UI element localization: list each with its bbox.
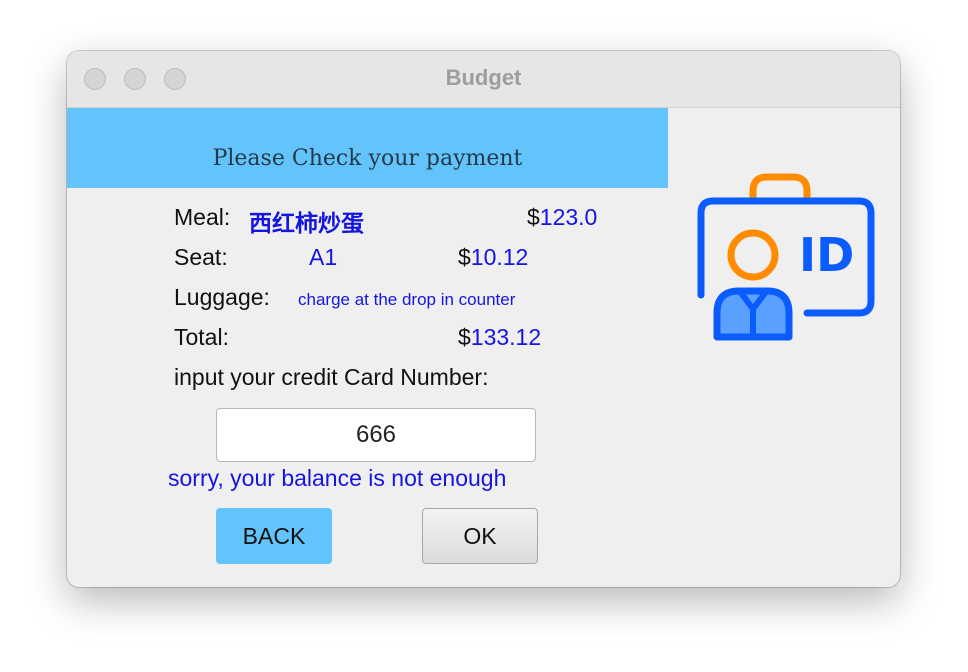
id-text: ID [799, 228, 854, 282]
card-number-input[interactable] [216, 408, 536, 462]
seat-label: Seat: [174, 244, 228, 270]
seat-currency: $ [458, 244, 471, 270]
id-card-icon: ID [697, 173, 875, 341]
card-number-prompt: input your credit Card Number: [174, 364, 489, 390]
meal-currency: $ [527, 204, 540, 230]
total-price-value: 133.12 [470, 324, 542, 350]
seat-price: $10.12 [458, 244, 528, 271]
badge-clip-shape [749, 173, 811, 205]
seat-value: A1 [309, 244, 338, 270]
seat-price-value: 10.12 [470, 244, 529, 270]
meal-value: 西红柿炒蛋 [249, 210, 364, 236]
back-button[interactable]: BACK [216, 508, 332, 564]
total-currency: $ [458, 324, 471, 350]
meal-price: $123.0 [527, 204, 597, 231]
meal-price-value: 123.0 [539, 204, 598, 230]
budget-window: Budget Please Check your payment Meal: 西… [67, 51, 900, 587]
person-head-shape [727, 229, 779, 281]
total-label: Total: [174, 324, 229, 350]
luggage-label: Luggage: [174, 284, 270, 310]
meal-label: Meal: [174, 204, 231, 230]
header-banner: Please Check your payment [67, 108, 668, 188]
window-title: Budget [445, 65, 522, 90]
luggage-value: charge at the drop in counter [298, 290, 516, 309]
total-price: $133.12 [458, 324, 541, 351]
title-bar: Budget [67, 51, 900, 108]
error-message: sorry, your balance is not enough [168, 465, 507, 491]
banner-title: Please Check your payment [212, 146, 523, 171]
ok-button[interactable]: OK [422, 508, 538, 564]
